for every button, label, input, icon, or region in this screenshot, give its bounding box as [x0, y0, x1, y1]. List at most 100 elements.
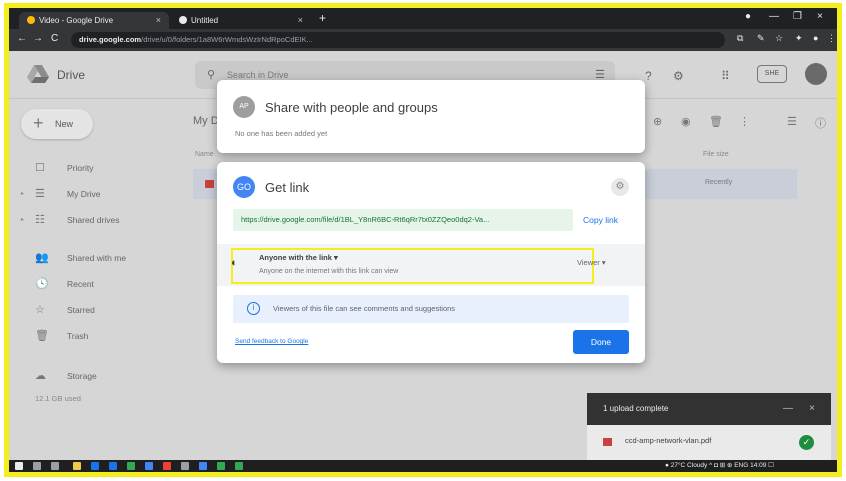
- my-drive-icon: ☰: [35, 188, 45, 200]
- settings-gear-icon[interactable]: ⚙: [673, 69, 684, 83]
- minimize-panel-icon[interactable]: —: [783, 393, 793, 425]
- get-link-title: Get link: [265, 180, 310, 195]
- pdf-file-icon: [603, 438, 612, 446]
- tab-strip: Video - Google Drive × Untitled × + ● — …: [9, 8, 837, 29]
- preview-eye-icon[interactable]: ◉: [681, 115, 691, 128]
- sidebar-item-trash[interactable]: 🗑 Trash: [9, 325, 189, 347]
- share-dialog: AP Share with people and groups No one h…: [217, 80, 645, 153]
- file-explorer-icon[interactable]: [73, 462, 81, 470]
- sidebar-item-my-drive[interactable]: ▸ ☰ My Drive: [9, 183, 189, 205]
- add-person-icon[interactable]: ⊕: [653, 115, 662, 128]
- taskbar-app-icon[interactable]: [163, 462, 171, 470]
- drive-logo-icon: [27, 65, 49, 83]
- share-dialog-title: Share with people and groups: [265, 100, 438, 115]
- upload-header: 1 upload complete — ×: [587, 393, 831, 425]
- address-host: drive.google.com: [79, 35, 142, 44]
- taskbar-app-icon[interactable]: [127, 462, 135, 470]
- address-bar[interactable]: drive.google.com/drive/u/0/folders/1a8W6…: [71, 32, 725, 48]
- extensions-puzzle-icon[interactable]: ✦: [795, 33, 803, 44]
- taskbar: ● 27°C Cloudy ^ ◘ ⊞ ⊕ ENG 14:09 ☐: [9, 460, 837, 472]
- settings-gear-icon[interactable]: ⚙: [611, 178, 629, 196]
- sidebar-item-recent[interactable]: 🕓 Recent: [9, 273, 189, 295]
- info-icon: i: [247, 302, 260, 315]
- tab-close-icon[interactable]: ×: [298, 12, 303, 29]
- sidebar-item-label: Priority: [67, 163, 94, 173]
- done-button[interactable]: Done: [573, 330, 629, 354]
- taskbar-app-icon[interactable]: [109, 462, 117, 470]
- sidebar-item-storage[interactable]: ☁ Storage: [9, 365, 189, 387]
- info-banner: i Viewers of this file can see comments …: [233, 295, 629, 323]
- profile-dot-icon[interactable]: ●: [745, 11, 751, 22]
- cloud-icon: ☁: [35, 370, 46, 382]
- sidebar-item-label: Trash: [67, 331, 89, 341]
- reload-button[interactable]: C: [51, 33, 58, 44]
- copy-link-button[interactable]: Copy link: [583, 209, 618, 231]
- sidebar-item-shared-drives[interactable]: ▸ ☷ Shared drives: [9, 209, 189, 231]
- get-link-dialog: GO Get link ⚙ https://drive.google.com/f…: [217, 162, 645, 363]
- check-icon: ✓: [799, 435, 814, 450]
- taskbar-app-icon[interactable]: [91, 462, 99, 470]
- close-window-button[interactable]: ×: [817, 11, 823, 22]
- profile-icon[interactable]: ●: [813, 33, 818, 43]
- sidebar-item-starred[interactable]: ☆ Starred: [9, 299, 189, 321]
- sidebar-item-label: Storage: [67, 371, 97, 381]
- account-badge[interactable]: SHE: [757, 65, 787, 83]
- tab-drive[interactable]: Video - Google Drive ×: [19, 12, 169, 29]
- browser-menu-icon[interactable]: ⋮: [827, 33, 836, 44]
- sidebar-item-label: Recent: [67, 279, 94, 289]
- expand-arrow-icon[interactable]: ▸: [21, 183, 24, 205]
- minimize-button[interactable]: —: [769, 11, 779, 22]
- search-icon[interactable]: [33, 462, 41, 470]
- bookmark-star-icon[interactable]: ☆: [775, 33, 783, 44]
- access-description: Anyone on the internet with this link ca…: [259, 268, 399, 275]
- share-dialog-subtitle: No one has been added yet: [235, 129, 328, 138]
- upload-filename: ccd-amp-network-vlan.pdf: [625, 436, 712, 445]
- screen: Video - Google Drive × Untitled × + ● — …: [9, 8, 837, 472]
- upload-panel: 1 upload complete — × ccd-amp-network-vl…: [587, 393, 831, 460]
- apps-grid-icon[interactable]: ⠿: [721, 69, 730, 83]
- more-options-icon[interactable]: ⋮: [739, 115, 750, 128]
- tab-close-icon[interactable]: ×: [156, 12, 161, 29]
- clock-icon: 🕓: [35, 278, 49, 290]
- maximize-button[interactable]: ❐: [793, 11, 802, 22]
- sidebar-item-priority[interactable]: ☐ Priority: [9, 157, 189, 179]
- new-button-label: New: [55, 119, 74, 129]
- extension-icon[interactable]: ⧉: [737, 33, 743, 44]
- trash-icon: 🗑: [35, 330, 49, 342]
- system-tray[interactable]: ● 27°C Cloudy ^ ◘ ⊞ ⊕ ENG 14:09 ☐: [665, 460, 774, 472]
- extension-icon[interactable]: ✎: [757, 33, 765, 44]
- help-icon[interactable]: ?: [645, 69, 652, 83]
- page-favicon-icon: [179, 16, 187, 24]
- forward-button[interactable]: →: [33, 33, 43, 44]
- details-info-icon[interactable]: ⓘ: [815, 115, 826, 131]
- expand-arrow-icon[interactable]: ▸: [21, 209, 24, 231]
- globe-icon: ◐: [231, 257, 238, 269]
- close-panel-icon[interactable]: ×: [809, 393, 815, 425]
- row-modified: Recently: [705, 179, 733, 186]
- avatar[interactable]: [805, 63, 827, 85]
- start-icon[interactable]: [15, 462, 23, 470]
- back-button[interactable]: ←: [17, 33, 27, 44]
- upload-item[interactable]: ccd-amp-network-vlan.pdf ✓: [587, 425, 831, 460]
- role-dropdown[interactable]: Viewer ▾: [577, 258, 606, 267]
- sidebar-item-shared-with-me[interactable]: 👥 Shared with me: [9, 247, 189, 269]
- delete-icon[interactable]: 🗑: [709, 115, 723, 128]
- general-access-row: ◐ Anyone with the link ▾ Anyone on the i…: [217, 244, 645, 286]
- new-button[interactable]: + New: [21, 109, 93, 139]
- taskbar-app-icon[interactable]: [235, 462, 243, 470]
- task-view-icon[interactable]: [51, 462, 59, 470]
- star-icon: ☆: [35, 304, 45, 316]
- send-feedback-link[interactable]: Send feedback to Google: [235, 338, 308, 345]
- list-view-icon[interactable]: ☰: [787, 115, 797, 128]
- share-url-field[interactable]: https://drive.google.com/file/d/1BL_Y8nR…: [233, 209, 573, 231]
- tab-untitled[interactable]: Untitled ×: [171, 12, 311, 29]
- taskbar-app-icon[interactable]: [145, 462, 153, 470]
- column-header-name[interactable]: Name: [195, 151, 214, 158]
- taskbar-app-icon[interactable]: [181, 462, 189, 470]
- access-dropdown[interactable]: Anyone with the link ▾: [259, 253, 338, 262]
- info-text: Viewers of this file can see comments an…: [273, 304, 456, 313]
- column-header-size[interactable]: File size: [703, 151, 729, 158]
- new-tab-button[interactable]: +: [319, 11, 326, 25]
- chrome-taskbar-icon[interactable]: [217, 462, 225, 470]
- taskbar-app-icon[interactable]: [199, 462, 207, 470]
